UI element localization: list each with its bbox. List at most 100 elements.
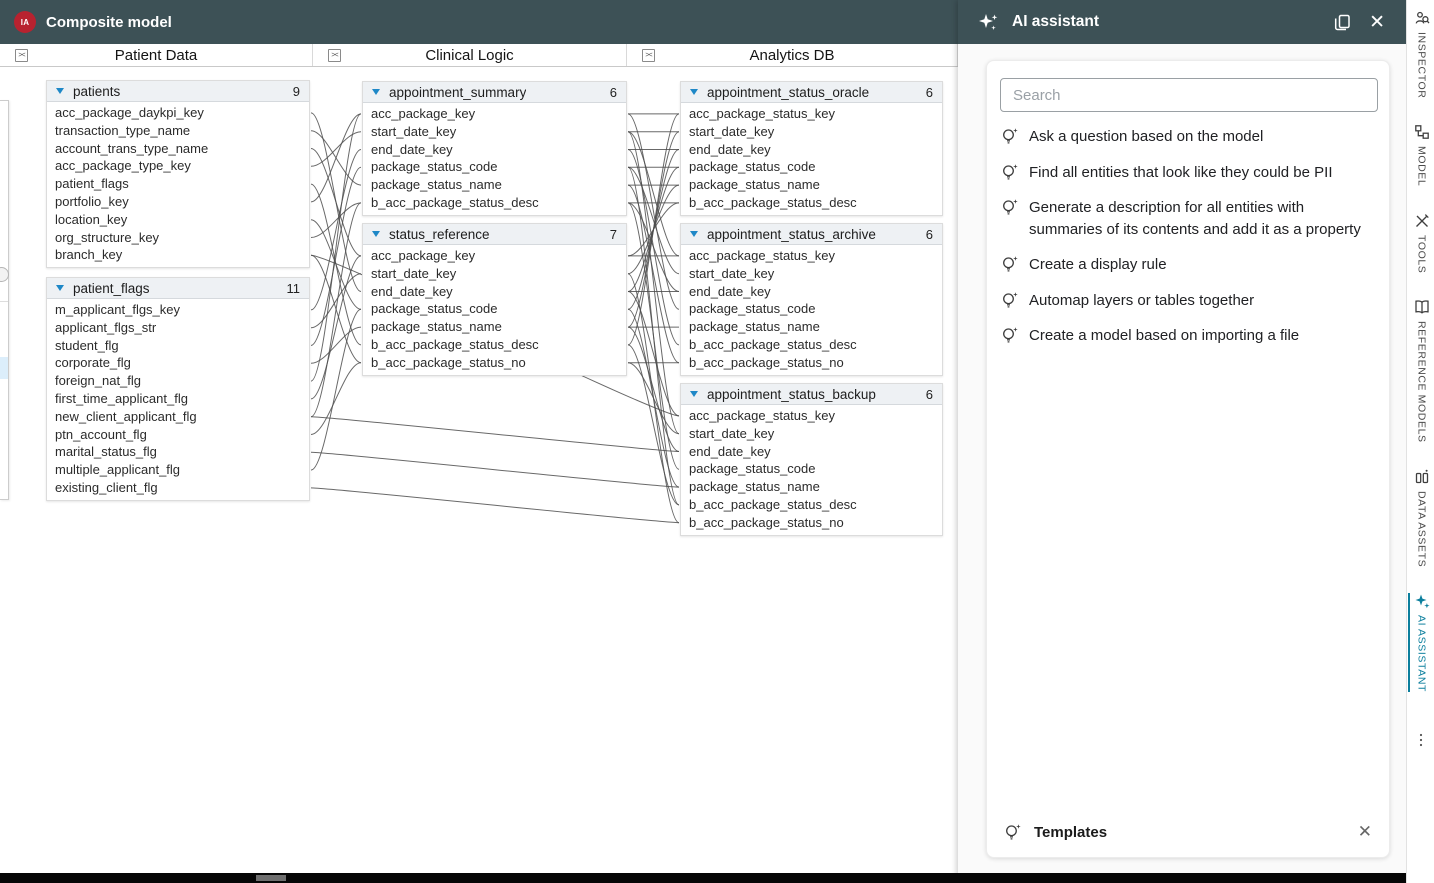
entity-field[interactable]: start_date_key bbox=[681, 425, 942, 443]
entity-field[interactable]: location_key bbox=[47, 211, 309, 229]
sidebar-item-reference-models[interactable]: REFERENCE MODELS bbox=[1408, 299, 1434, 443]
chevron-down-icon[interactable] bbox=[690, 391, 698, 397]
entity-field[interactable]: package_status_name bbox=[681, 478, 942, 496]
entity-appointment_status_archive[interactable]: appointment_status_archive6 acc_package_s… bbox=[680, 223, 943, 376]
entity-appointment_summary[interactable]: appointment_summary6 acc_package_keystart… bbox=[362, 81, 627, 216]
entity-field[interactable]: b_acc_package_status_desc bbox=[363, 194, 626, 212]
suggestion-item[interactable]: Create a display rule bbox=[987, 254, 1389, 276]
entity-field[interactable]: start_date_key bbox=[363, 265, 626, 283]
inspector-icon bbox=[1414, 10, 1430, 26]
suggestion-item[interactable]: Find all entities that look like they co… bbox=[987, 162, 1389, 184]
entity-field[interactable]: foreign_nat_flg bbox=[47, 372, 309, 390]
sidebar-item-tools[interactable]: TOOLS bbox=[1408, 213, 1434, 273]
scrollbar-thumb[interactable] bbox=[256, 875, 286, 881]
chevron-down-icon[interactable] bbox=[56, 285, 64, 291]
entity-header[interactable]: appointment_status_backup6 bbox=[681, 384, 942, 405]
entity-field[interactable]: end_date_key bbox=[363, 283, 626, 301]
entity-field[interactable]: b_acc_package_status_desc bbox=[681, 194, 942, 212]
entity-appointment_status_backup[interactable]: appointment_status_backup6 acc_package_st… bbox=[680, 383, 943, 536]
bottom-scrollbar[interactable] bbox=[0, 873, 1406, 883]
search-input[interactable] bbox=[1000, 78, 1378, 112]
entity-field[interactable]: package_status_code bbox=[681, 300, 942, 318]
entity-field[interactable]: patient_flags bbox=[47, 175, 309, 193]
entity-header[interactable]: patient_flags11 bbox=[47, 278, 309, 299]
close-icon[interactable]: ✕ bbox=[1367, 11, 1387, 34]
suggestion-item[interactable]: Ask a question based on the model bbox=[987, 126, 1389, 148]
entity-field[interactable]: package_status_code bbox=[363, 158, 626, 176]
entity-field[interactable]: acc_package_key bbox=[363, 105, 626, 123]
entity-field[interactable]: b_acc_package_status_desc bbox=[363, 336, 626, 354]
entity-field[interactable]: transaction_type_name bbox=[47, 122, 309, 140]
sidebar-item-inspector[interactable]: INSPECTOR bbox=[1408, 10, 1434, 98]
entity-field[interactable]: b_acc_package_status_no bbox=[363, 354, 626, 372]
entity-header[interactable]: appointment_summary6 bbox=[363, 82, 626, 103]
entity-header[interactable]: patients9 bbox=[47, 81, 309, 102]
entity-field[interactable]: end_date_key bbox=[681, 141, 942, 159]
suggestion-item[interactable]: Automap layers or tables together bbox=[987, 290, 1389, 312]
entity-field[interactable]: package_status_name bbox=[681, 318, 942, 336]
entity-field[interactable]: acc_package_status_key bbox=[681, 247, 942, 265]
entity-field[interactable]: multiple_applicant_flg bbox=[47, 461, 309, 479]
entity-field[interactable]: first_time_applicant_flg bbox=[47, 390, 309, 408]
entity-field[interactable]: package_status_name bbox=[363, 318, 626, 336]
templates-close-icon[interactable]: ✕ bbox=[1358, 822, 1372, 842]
chevron-down-icon[interactable] bbox=[372, 231, 380, 237]
entity-field[interactable]: applicant_flgs_str bbox=[47, 319, 309, 337]
entity-field[interactable]: b_acc_package_status_no bbox=[681, 354, 942, 372]
entity-field[interactable]: b_acc_package_status_no bbox=[681, 514, 942, 532]
sidebar-item-data-assets[interactable]: DATA ASSETS bbox=[1408, 469, 1434, 567]
entity-field[interactable]: m_applicant_flgs_key bbox=[47, 301, 309, 319]
entity-field[interactable]: portfolio_key bbox=[47, 193, 309, 211]
entity-field[interactable]: ptn_account_flg bbox=[47, 426, 309, 444]
sidebar-item-ai-assistant[interactable]: AI ASSISTANT bbox=[1408, 593, 1434, 692]
entity-field[interactable]: end_date_key bbox=[363, 141, 626, 159]
entity-field[interactable]: org_structure_key bbox=[47, 229, 309, 247]
chevron-down-icon[interactable] bbox=[56, 88, 64, 94]
entity-patients[interactable]: patients9 acc_package_daykpi_keytransacti… bbox=[46, 80, 310, 268]
entity-field[interactable]: student_flg bbox=[47, 337, 309, 355]
suggestion-item[interactable]: Create a model based on importing a file bbox=[987, 325, 1389, 347]
sidebar-item-model[interactable]: MODEL bbox=[1408, 124, 1434, 186]
entity-field[interactable]: corporate_flg bbox=[47, 354, 309, 372]
entity-field[interactable]: acc_package_status_key bbox=[681, 105, 942, 123]
entity-field[interactable]: marital_status_flg bbox=[47, 443, 309, 461]
entity-field[interactable]: acc_package_status_key bbox=[681, 407, 942, 425]
chevron-down-icon[interactable] bbox=[690, 231, 698, 237]
chevron-down-icon[interactable] bbox=[372, 89, 380, 95]
entity-patient_flags[interactable]: patient_flags11 m_applicant_flgs_keyappli… bbox=[46, 277, 310, 501]
entity-field[interactable]: package_status_code bbox=[681, 158, 942, 176]
clipped-entity[interactable] bbox=[0, 100, 9, 500]
entity-field[interactable]: end_date_key bbox=[681, 443, 942, 461]
entity-field[interactable]: start_date_key bbox=[681, 123, 942, 141]
entity-field[interactable]: account_trans_type_name bbox=[47, 140, 309, 158]
entity-field[interactable]: new_client_applicant_flg bbox=[47, 408, 309, 426]
entity-header[interactable]: appointment_status_oracle6 bbox=[681, 82, 942, 103]
entity-field[interactable]: acc_package_daykpi_key bbox=[47, 104, 309, 122]
entity-field[interactable]: package_status_code bbox=[681, 460, 942, 478]
entity-field[interactable]: b_acc_package_status_desc bbox=[681, 496, 942, 514]
entity-appointment_status_oracle[interactable]: appointment_status_oracle6 acc_package_st… bbox=[680, 81, 943, 216]
entity-status_reference[interactable]: status_reference7 acc_package_keystart_da… bbox=[362, 223, 627, 376]
entity-field[interactable]: package_status_name bbox=[681, 176, 942, 194]
suggestion-item[interactable]: Generate a description for all entities … bbox=[987, 197, 1389, 240]
entity-field[interactable]: branch_key bbox=[47, 246, 309, 264]
layer-header-row: ><Patient Data><Clinical Logic><Analytic… bbox=[0, 44, 958, 67]
entity-field[interactable]: start_date_key bbox=[681, 265, 942, 283]
entity-header[interactable]: status_reference7 bbox=[363, 224, 626, 245]
entity-field[interactable]: b_acc_package_status_desc bbox=[681, 336, 942, 354]
entity-field[interactable]: acc_package_key bbox=[363, 247, 626, 265]
model-canvas[interactable]: patients9 acc_package_daykpi_keytransacti… bbox=[0, 67, 958, 873]
entity-field[interactable]: acc_package_type_key bbox=[47, 157, 309, 175]
more-options-icon[interactable] bbox=[1413, 732, 1429, 753]
entity-field[interactable]: existing_client_flg bbox=[47, 479, 309, 497]
entity-field[interactable]: end_date_key bbox=[681, 283, 942, 301]
chevron-down-icon[interactable] bbox=[690, 89, 698, 95]
entity-field[interactable]: package_status_name bbox=[363, 176, 626, 194]
entity-header[interactable]: appointment_status_archive6 bbox=[681, 224, 942, 245]
entity-field[interactable]: package_status_code bbox=[363, 300, 626, 318]
entity-field-count: 6 bbox=[604, 85, 617, 100]
entity-field[interactable]: start_date_key bbox=[363, 123, 626, 141]
entity-name: appointment_status_oracle bbox=[707, 85, 869, 100]
copy-icon[interactable] bbox=[1331, 11, 1354, 34]
sidebar-item-label: INSPECTOR bbox=[1416, 32, 1428, 98]
